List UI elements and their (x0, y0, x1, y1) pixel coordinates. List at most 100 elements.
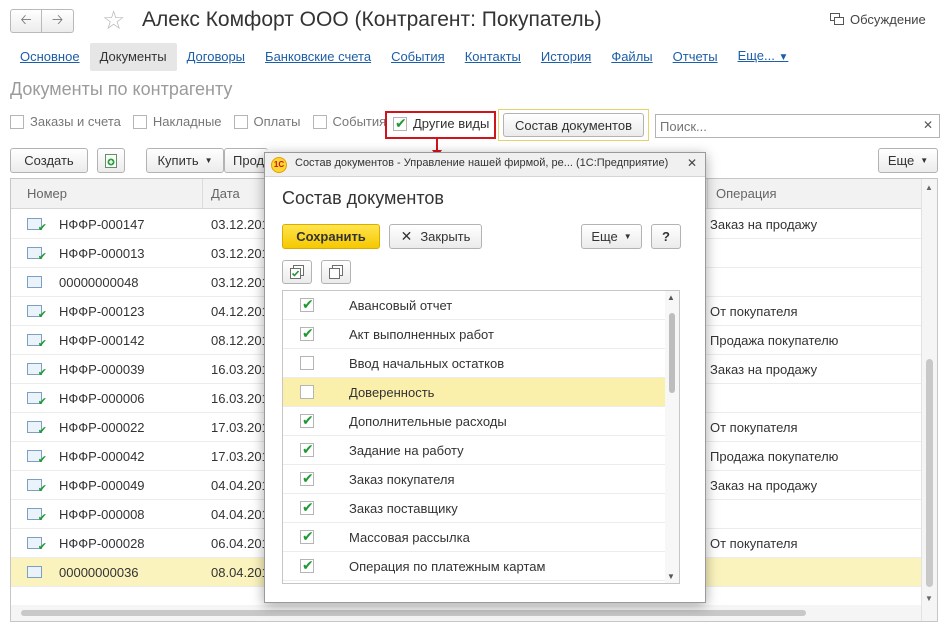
tab-events[interactable]: События (381, 43, 455, 71)
tab-contacts[interactable]: Контакты (455, 43, 531, 71)
search-input[interactable] (656, 115, 918, 137)
cell-date: 03.12.201 (211, 217, 269, 232)
chevron-down-icon: ▼ (778, 52, 789, 63)
list-item[interactable]: ✔ Задание на работу (283, 436, 666, 465)
tab-bank-accounts[interactable]: Банковские счета (255, 43, 381, 71)
discussion-label: Обсуждение (850, 12, 926, 27)
list-item-checkbox[interactable]: ✔ (300, 471, 314, 486)
list-scroll-thumb[interactable] (669, 313, 675, 393)
create-button[interactable]: Создать (10, 148, 88, 173)
dialog-more-button[interactable]: Еще ▼ (581, 224, 642, 249)
dialog-heading: Состав документов (282, 188, 444, 208)
cell-operation: От покупателя (710, 536, 798, 551)
tab-documents[interactable]: Документы (89, 43, 177, 71)
list-item[interactable]: ✔ Дополнительные расходы (283, 407, 666, 436)
posted-document-icon: ✔ (27, 305, 47, 321)
list-item-checkbox[interactable]: ✔ (300, 558, 314, 573)
close-button[interactable]: ✕ Закрыть (389, 224, 482, 249)
list-item-label: Операция по платежным картам (349, 559, 546, 574)
sell-button[interactable]: Прод (224, 148, 268, 173)
list-item[interactable]: ✔ Заказ покупателя (283, 465, 666, 494)
scroll-down-icon[interactable]: ▼ (667, 572, 675, 581)
scroll-up-icon[interactable]: ▲ (667, 293, 675, 302)
list-item[interactable]: ✔ Массовая рассылка (283, 523, 666, 552)
list-item-checkbox[interactable]: ✔ (300, 499, 314, 515)
tab-history[interactable]: История (531, 43, 601, 71)
more-button[interactable]: Еще ▼ (878, 148, 938, 173)
document-composition-button[interactable]: Состав документов (503, 113, 644, 137)
filter-other-kinds[interactable]: ✔ Другие виды (393, 116, 489, 131)
filter-orders[interactable]: Заказы и счета (10, 114, 121, 129)
favorite-star-icon[interactable]: ☆ (102, 5, 125, 36)
tab-main[interactable]: Основное (10, 43, 90, 71)
cell-number: 00000000036 (59, 565, 139, 580)
buy-label: Купить (157, 153, 199, 168)
list-item[interactable]: ✔ Акт выполненных работ (283, 320, 666, 349)
posted-document-icon: ✔ (27, 537, 47, 553)
column-operation[interactable]: Операция (708, 179, 921, 209)
help-button[interactable]: ? (651, 224, 681, 249)
list-item-label: Задание на работу (349, 443, 464, 458)
list-item[interactable]: Доверенность (283, 378, 666, 407)
cell-date: 08.12.201 (211, 333, 269, 348)
list-item[interactable]: Ввод начальных остатков (283, 349, 666, 378)
filter-orders-checkbox[interactable] (10, 114, 24, 129)
table-horizontal-scrollbar[interactable] (11, 605, 921, 621)
list-scrollbar[interactable]: ▲ ▼ (665, 291, 679, 583)
cell-date: 16.03.201 (211, 391, 269, 406)
page-title: Алекс Комфорт ООО (Контрагент: Покупател… (142, 8, 602, 31)
list-item-checkbox[interactable]: ✔ (300, 297, 314, 312)
tab-more[interactable]: Еще... ▼ (728, 42, 799, 72)
uncheck-all-button[interactable] (321, 260, 351, 284)
table-horizontal-scroll-thumb[interactable] (21, 610, 806, 616)
scroll-down-icon[interactable]: ▼ (925, 594, 933, 603)
list-item-checkbox[interactable]: ✔ (300, 529, 314, 544)
tab-contracts[interactable]: Договоры (177, 43, 255, 71)
filter-events-checkbox[interactable] (312, 114, 327, 129)
forward-button[interactable]: 🡢 (42, 9, 74, 33)
close-icon[interactable]: ✕ (687, 156, 697, 170)
clear-icon[interactable]: ✕ (923, 118, 933, 132)
list-item-checkbox[interactable]: ✔ (300, 442, 314, 457)
filter-other-label: Другие виды (413, 116, 490, 131)
dialog-titlebar[interactable]: 1С Состав документов - Управление нашей … (265, 153, 705, 177)
list-item[interactable]: ✔ Заказ поставщику (283, 494, 666, 523)
check-all-button[interactable] (282, 260, 312, 284)
filter-other-checkbox[interactable]: ✔ (393, 116, 407, 131)
list-item[interactable]: ✔ Авансовый отчет (283, 291, 666, 320)
filter-events[interactable]: События (312, 114, 386, 129)
cell-date: 04.04.201 (211, 478, 269, 493)
posted-document-icon: ✔ (27, 392, 47, 408)
save-button[interactable]: Сохранить (282, 224, 380, 249)
dialog-window-title: Состав документов - Управление нашей фир… (295, 157, 669, 169)
buy-button[interactable]: Купить ▼ (146, 148, 224, 173)
tab-files[interactable]: Файлы (601, 43, 662, 71)
scroll-up-icon[interactable]: ▲ (925, 183, 933, 192)
cell-number: 00000000048 (59, 275, 139, 290)
chevron-down-icon: ▼ (623, 232, 632, 241)
filter-payments[interactable]: Оплаты (233, 114, 301, 129)
filter-payments-checkbox[interactable] (233, 114, 248, 129)
close-x-icon: ✕ (400, 228, 413, 244)
posted-document-icon: ✔ (27, 363, 47, 379)
create-copy-button[interactable] (97, 148, 125, 173)
cell-number: НФФР-000049 (59, 478, 145, 493)
table-vertical-scroll-thumb[interactable] (926, 359, 933, 587)
cell-operation: Заказ на продажу (710, 478, 818, 493)
filter-invoices[interactable]: Накладные (132, 114, 222, 129)
table-vertical-scrollbar[interactable]: ▲ ▼ (921, 179, 937, 621)
list-item-checkbox[interactable]: ✔ (300, 326, 314, 341)
list-item[interactable]: ✔ Операция по платежным картам (283, 552, 666, 581)
cell-date: 17.03.201 (211, 449, 269, 464)
list-item-checkbox[interactable]: ✔ (300, 413, 314, 428)
back-button[interactable]: 🡠 (10, 9, 42, 33)
posted-document-icon: ✔ (27, 450, 47, 466)
list-item-checkbox[interactable] (300, 385, 314, 399)
tab-reports[interactable]: Отчеты (663, 43, 728, 71)
list-item-checkbox[interactable] (300, 356, 314, 370)
checkmark-icon: ✔ (302, 499, 314, 515)
discussion-button[interactable]: Обсуждение (830, 12, 926, 27)
column-number[interactable]: Номер (11, 179, 203, 209)
document-icon (27, 276, 42, 288)
filter-invoices-checkbox[interactable] (132, 114, 147, 129)
